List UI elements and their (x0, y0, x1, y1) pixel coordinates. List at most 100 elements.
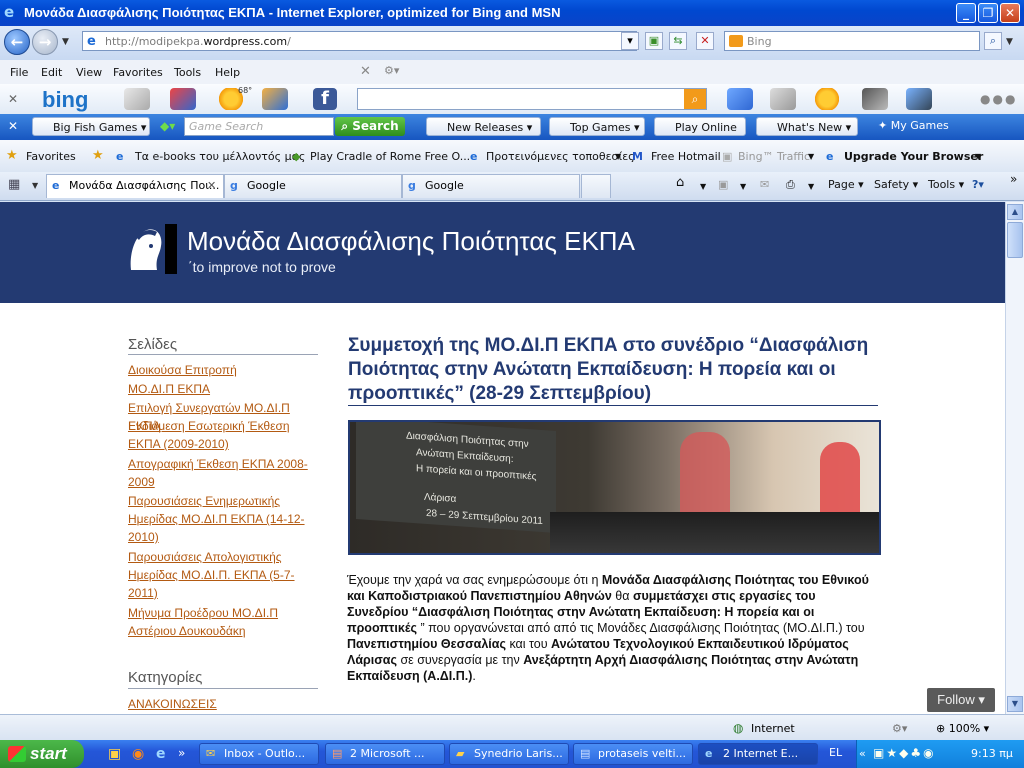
zoom-control[interactable]: ⊕ 100% ▾ (936, 722, 989, 735)
menu-help[interactable]: Help (215, 66, 240, 79)
tab-close-icon[interactable]: ✕ (207, 175, 216, 197)
language-indicator[interactable]: EL (829, 746, 842, 759)
maximize-icon[interactable]: ❐ (978, 3, 998, 23)
big-fish-games-button[interactable]: Big Fish Games ▾ (32, 117, 150, 136)
site-title[interactable]: Μονάδα Διασφάλισης Ποιότητας ΕΚΠΑ (187, 226, 635, 257)
tray-expand-icon[interactable]: « (859, 747, 866, 760)
sidebar-link-board[interactable]: Διοικούσα Επιτροπή (128, 361, 323, 379)
fav-suggested-sites[interactable]: Προτεινόμενες τοποθεσίες (486, 150, 635, 163)
close-toolbar-icon[interactable]: ✕ (360, 64, 371, 79)
read-mail-icon[interactable]: ✉ (760, 178, 769, 191)
feeds-icon[interactable]: ▣ (718, 178, 728, 191)
my-games-link[interactable]: ✦ My Games (878, 119, 949, 132)
like-icon[interactable] (727, 88, 753, 110)
bing-search-input[interactable]: Bing (724, 31, 980, 51)
minimize-icon[interactable]: _ (956, 3, 976, 23)
menu-edit[interactable]: Edit (41, 66, 62, 79)
sidebar-link-info-day[interactable]: Παρουσιάσεις Ενημερωτικής Ημερίδας ΜΟ.ΔΙ… (128, 492, 313, 546)
sun-icon[interactable] (814, 88, 840, 110)
address-input[interactable]: e http://modipekpa.wordpress.com/ (82, 31, 637, 51)
tray-icons[interactable]: ▣★◆♣◉ (873, 746, 936, 760)
fav-ebooks[interactable]: Τα e-books του μέλλοντός μας (135, 150, 305, 163)
print-dropdown-icon[interactable]: ▼ (808, 182, 814, 191)
firefox-icon[interactable]: ◉ (132, 746, 144, 762)
quicklaunch-desktop-icon[interactable]: ▣ (108, 746, 121, 762)
news-icon[interactable] (124, 88, 150, 110)
quicklaunch-ie-icon[interactable]: e (156, 746, 166, 762)
game-search-button[interactable]: ⌕ Search (335, 117, 405, 136)
tab-google-2[interactable]: g Google (402, 174, 580, 198)
back-icon[interactable]: ← (4, 29, 30, 55)
vertical-scrollbar[interactable]: ▲ ▼ (1005, 202, 1024, 714)
close-bing-bar-icon[interactable]: ✕ (8, 92, 18, 106)
more-icon[interactable]: ●●● (980, 92, 1017, 106)
task-microsoft[interactable]: ▤ 2 Microsoft ... (325, 743, 445, 765)
sidebar-link-president-message[interactable]: Μήνυμα Προέδρου ΜΟ.ΔΙ.Π Αστέριου Δουκουδ… (128, 604, 283, 640)
compatibility-icon[interactable]: ▣ (645, 32, 663, 50)
top-games-button[interactable]: Top Games ▾ (549, 117, 645, 136)
task-protaseis[interactable]: ▤ protaseis velti... (573, 743, 693, 765)
mail-icon[interactable] (262, 88, 288, 110)
security-zone[interactable]: Internet (751, 722, 795, 735)
protected-mode-icon[interactable]: ⚙▾ (892, 722, 907, 735)
whats-new-button[interactable]: What's New ▾ (756, 117, 858, 136)
feeds-dropdown-icon[interactable]: ▼ (740, 182, 746, 191)
close-games-bar-icon[interactable]: ✕ (8, 119, 18, 133)
address-dropdown-icon[interactable]: ▾ (621, 32, 639, 50)
tab-google-1[interactable]: g Google (224, 174, 402, 198)
favorites-button[interactable]: Favorites (26, 150, 76, 163)
university-logo[interactable] (127, 224, 177, 274)
task-outlook[interactable]: ✉ Inbox - Outlo... (199, 743, 319, 765)
finance-icon[interactable] (770, 88, 796, 110)
post-title[interactable]: Συμμετοχή της ΜΟ.ΔΙ.Π ΕΚΠΑ στο συνέδριο … (348, 334, 888, 406)
menu-file[interactable]: File (10, 66, 28, 79)
menu-tools[interactable]: Tools (174, 66, 201, 79)
facebook-icon[interactable]: f (313, 88, 337, 110)
play-online-button[interactable]: Play Online (654, 117, 746, 136)
maps-icon[interactable] (170, 88, 196, 110)
bing-logo[interactable]: bing (42, 87, 88, 113)
refresh-icon[interactable]: ⇆ (669, 32, 687, 50)
fav-free-hotmail[interactable]: Free Hotmail (651, 150, 721, 163)
history-dropdown-icon[interactable]: ▼ (62, 37, 69, 47)
task-synedrio[interactable]: ▰ Synedrio Laris... (449, 743, 569, 765)
task-internet-explorer[interactable]: e 2 Internet E... (698, 743, 818, 765)
game-search-input[interactable]: Game Search (184, 117, 334, 136)
chevron-right-icon[interactable]: » (1010, 172, 1017, 186)
sports-icon[interactable] (862, 88, 888, 110)
menu-view[interactable]: View (76, 66, 102, 79)
upgrade-dropdown-icon[interactable]: ▼ (975, 152, 981, 161)
add-favorite-icon[interactable]: ★ (92, 148, 104, 163)
sidebar-link-modip[interactable]: ΜΟ.ΔΙ.Π ΕΚΠΑ (128, 380, 323, 398)
traffic-dropdown-icon[interactable]: ▼ (808, 152, 814, 161)
video-icon[interactable] (906, 88, 932, 110)
new-releases-button[interactable]: New Releases ▾ (426, 117, 541, 136)
stop-icon[interactable]: ✕ (696, 32, 714, 50)
fav-upgrade-browser[interactable]: Upgrade Your Browser (844, 150, 983, 163)
sidebar-link-census-report[interactable]: Απογραφική Έκθεση ΕΚΠΑ 2008-2009 (128, 455, 318, 491)
sidebar-link-interim-report[interactable]: Ενδιάμεση Εσωτερική Έκθεση ΕΚΠΑ (2009-20… (128, 417, 298, 453)
forward-icon[interactable]: → (32, 29, 58, 55)
menu-favorites[interactable]: Favorites (113, 66, 163, 79)
help-icon[interactable]: ?▾ (972, 178, 984, 191)
follow-button[interactable]: Follow ▾ (927, 688, 995, 712)
print-icon[interactable]: ⎙ (786, 178, 795, 192)
tab-list-dropdown-icon[interactable]: ▼ (32, 181, 38, 190)
sidebar-link-review-day[interactable]: Παρουσιάσεις Απολογιστικής Ημερίδας ΜΟ.Δ… (128, 548, 303, 602)
scroll-down-icon[interactable]: ▼ (1007, 696, 1023, 712)
window-title-bar[interactable]: e Μονάδα Διασφάλισης Ποιότητας ΕΚΠΑ - In… (0, 0, 1024, 26)
toolbar-options-icon[interactable]: ⚙▾ (384, 64, 399, 77)
home-dropdown-icon[interactable]: ▼ (700, 182, 706, 191)
home-icon[interactable]: ⌂ (676, 175, 684, 190)
fav-bing-traffic[interactable]: Bing™ Traffic (738, 150, 810, 163)
safety-menu[interactable]: Safety ▾ (874, 178, 918, 191)
quick-tabs-icon[interactable]: ▦ (8, 177, 20, 192)
scroll-up-icon[interactable]: ▲ (1007, 204, 1023, 220)
scroll-thumb[interactable] (1007, 222, 1023, 258)
search-icon[interactable]: ⌕ (984, 32, 1002, 50)
close-icon[interactable]: ✕ (1000, 3, 1020, 23)
bing-bar-search-input[interactable] (357, 88, 707, 110)
tools-menu[interactable]: Tools ▾ (928, 178, 964, 191)
quicklaunch-more-icon[interactable]: » (178, 746, 185, 760)
search-options-icon[interactable]: ▼ (1006, 37, 1013, 47)
